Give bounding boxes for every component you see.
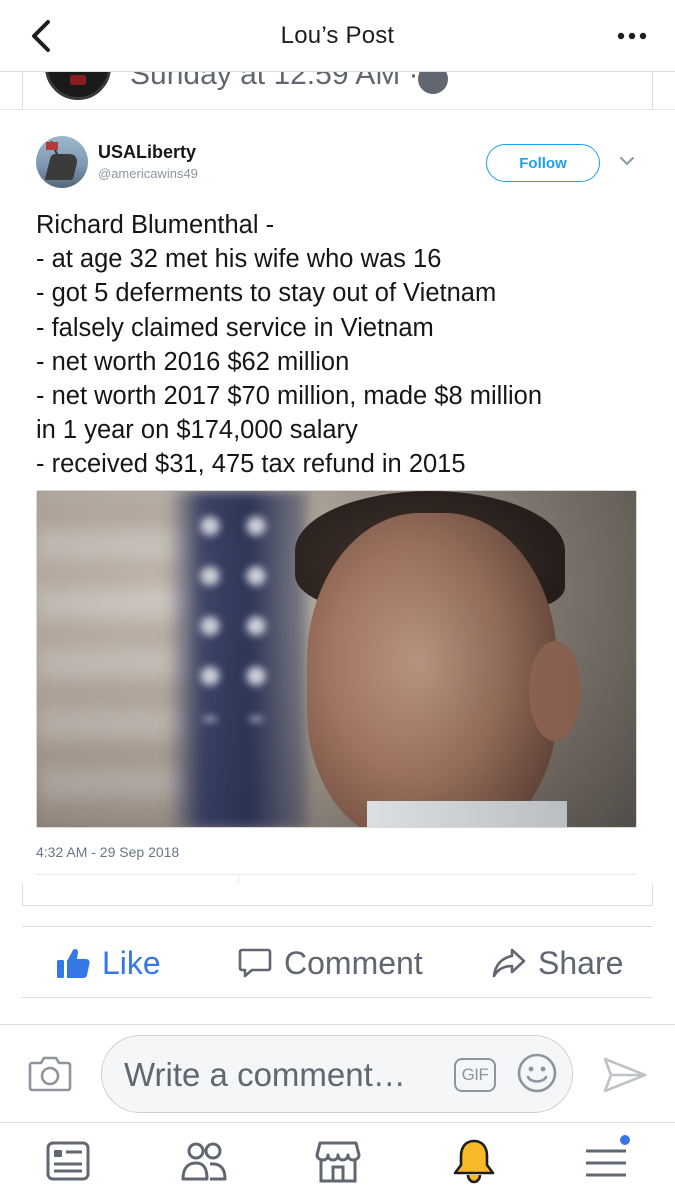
globe-icon — [418, 72, 448, 94]
thumbs-up-icon — [57, 948, 90, 978]
tweet-line: Richard Blumenthal - — [36, 211, 275, 239]
tweet-timestamp: 4:32 AM - 29 Sep 2018 — [36, 844, 180, 860]
post-border-left — [22, 72, 23, 110]
speech-bubble-icon — [238, 948, 272, 978]
send-icon — [603, 1057, 647, 1093]
bottom-tab-bar — [0, 1122, 675, 1200]
news-feed-icon — [46, 1141, 90, 1181]
like-label: Like — [102, 944, 161, 981]
gif-button[interactable]: GIF — [454, 1058, 496, 1092]
send-button[interactable] — [602, 1055, 648, 1095]
like-button[interactable]: Like — [56, 927, 161, 999]
menu-notification-dot — [618, 1133, 632, 1147]
poster-avatar[interactable] — [45, 72, 111, 100]
reaction-bar: Like Comment Share — [22, 926, 653, 998]
tweet-line: - falsely claimed service in Vietnam — [36, 313, 434, 342]
tweet-line: - got 5 deferments to stay out of Vietna… — [36, 279, 497, 308]
comment-button[interactable]: Comment — [238, 927, 423, 999]
share-button[interactable]: Share — [492, 927, 623, 999]
tweet-line: - net worth 2017 $70 million, made $8 mi… — [36, 382, 543, 411]
more-horizontal-icon — [617, 32, 647, 40]
page-title: Lou’s Post — [280, 22, 395, 49]
divider — [238, 874, 239, 884]
tweet-photo — [36, 490, 637, 828]
post-frame — [22, 884, 653, 906]
tab-marketplace[interactable] — [314, 1137, 362, 1185]
tweet-line: - received $31, 475 tax refund in 2015 — [36, 450, 466, 479]
post-header-scrolled: Sunday at 12:59 AM · — [0, 72, 675, 110]
friends-icon — [181, 1142, 227, 1181]
tab-friends[interactable] — [180, 1137, 228, 1185]
post-timestamp[interactable]: Sunday at 12:59 AM · — [130, 72, 419, 92]
top-navigation-bar: Lou’s Post — [0, 0, 675, 72]
tab-notifications[interactable] — [450, 1137, 498, 1185]
tab-menu[interactable] — [582, 1133, 632, 1185]
shared-tweet-image[interactable]: USALiberty @americawins49 Follow Richard… — [22, 110, 653, 884]
comment-label: Comment — [284, 944, 423, 981]
bell-icon — [453, 1139, 495, 1184]
tweet-line: in 1 year on $174,000 salary — [36, 416, 358, 445]
smiley-icon — [517, 1053, 557, 1093]
follow-button: Follow — [486, 144, 600, 182]
share-arrow-icon — [492, 948, 526, 978]
marketplace-icon — [315, 1141, 361, 1183]
tweet-display-name: USALiberty — [98, 142, 197, 162]
tweet-avatar — [36, 136, 88, 188]
chevron-down-icon — [620, 157, 634, 166]
tab-news-feed[interactable] — [44, 1137, 92, 1185]
divider — [36, 874, 637, 875]
tweet-text: Richard Blumenthal - - at age 32 met his… — [36, 208, 644, 482]
comment-input[interactable]: Write a comment… GIF — [101, 1035, 573, 1113]
tweet-handle: @americawins49 — [98, 166, 198, 181]
post-border-right — [652, 72, 653, 110]
more-options-button[interactable] — [615, 22, 649, 50]
comment-composer: Write a comment… GIF — [0, 1024, 675, 1122]
tweet-line: - net worth 2016 $62 million — [36, 347, 350, 376]
share-label: Share — [538, 944, 624, 981]
emoji-button[interactable] — [516, 1052, 558, 1094]
camera-button[interactable] — [28, 1053, 72, 1093]
comment-placeholder: Write a comment… — [124, 1056, 406, 1093]
camera-icon — [28, 1056, 72, 1092]
tweet-line: - at age 32 met his wife who was 16 — [36, 245, 442, 274]
